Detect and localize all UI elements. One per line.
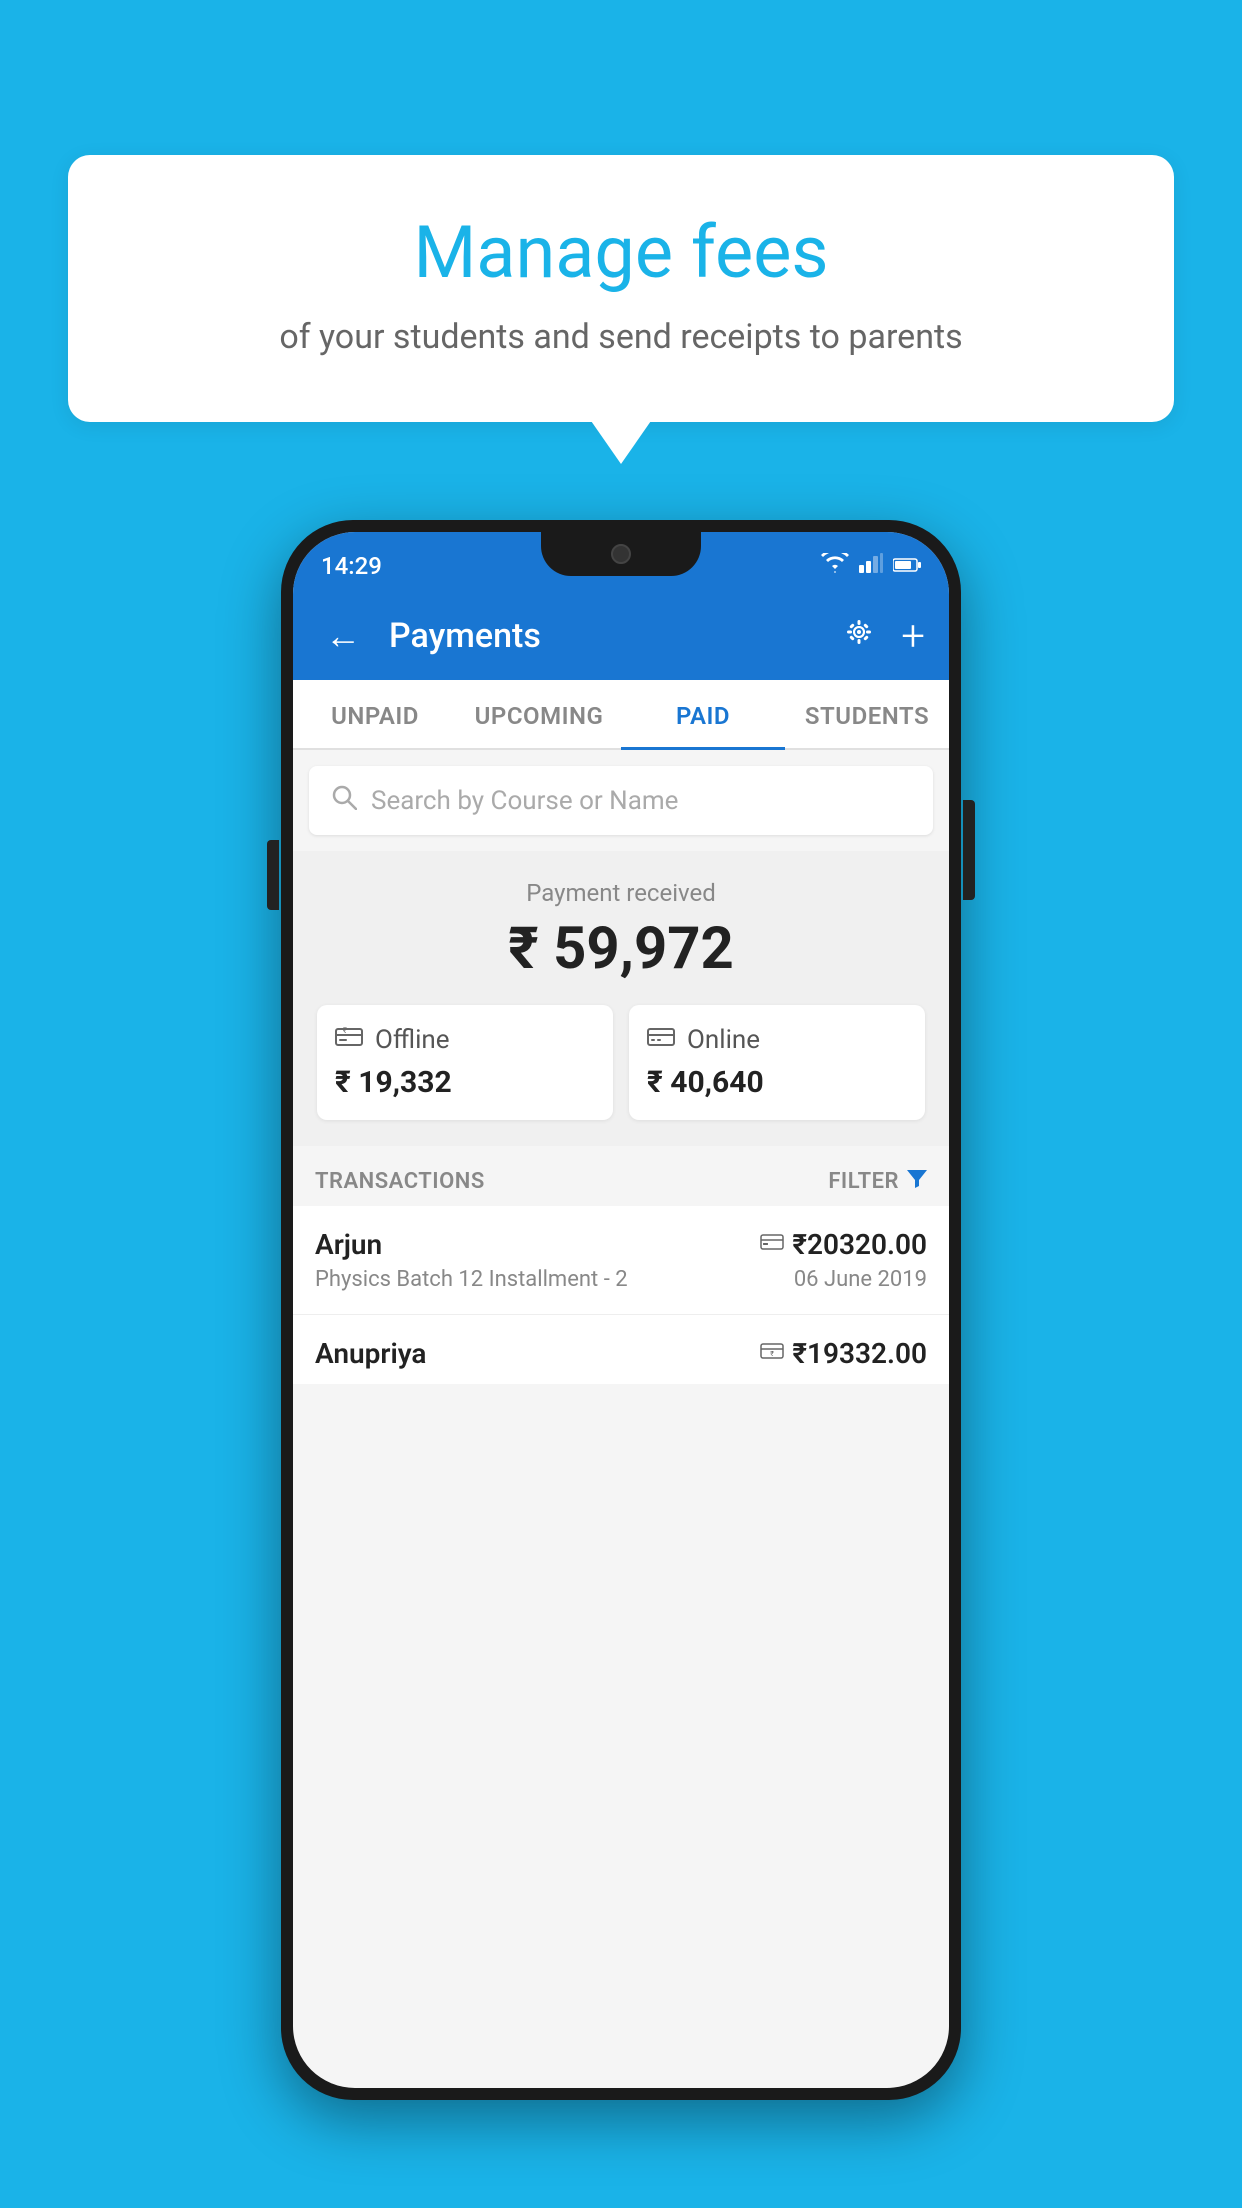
online-label: Online <box>687 1025 760 1055</box>
offline-icon: ₹ <box>335 1025 363 1055</box>
transaction-top: Arjun ₹20320.00 <box>315 1228 927 1261</box>
online-card-header: Online <box>647 1025 907 1055</box>
transaction-amount-wrap-2: ₹ ₹19332.00 <box>760 1337 927 1370</box>
tab-students[interactable]: STUDENTS <box>785 680 949 748</box>
filter-label: FILTER <box>828 1169 899 1194</box>
battery-icon <box>893 554 921 579</box>
search-icon <box>331 784 357 817</box>
speech-bubble-section: Manage fees of your students and send re… <box>68 155 1174 422</box>
transaction-amount-wrap: ₹20320.00 <box>760 1228 927 1261</box>
payment-summary: Payment received ₹ 59,972 <box>293 851 949 1146</box>
camera <box>611 544 631 564</box>
svg-text:₹: ₹ <box>343 1026 347 1035</box>
phone-screen: 14:29 <box>293 532 949 2088</box>
search-bar[interactable]: Search by Course or Name <box>309 766 933 835</box>
transaction-name-2: Anupriya <box>315 1337 426 1370</box>
app-bar: ← Payments <box>293 592 949 680</box>
payment-received-amount: ₹ 59,972 <box>317 915 925 983</box>
tab-paid[interactable]: PAID <box>621 680 785 748</box>
phone-frame: 14:29 <box>281 520 961 2100</box>
bubble-subtitle: of your students and send receipts to pa… <box>128 314 1114 362</box>
transaction-amount: ₹20320.00 <box>792 1228 927 1261</box>
phone-device: 14:29 <box>281 520 961 2100</box>
search-placeholder: Search by Course or Name <box>371 786 678 816</box>
transaction-amount-2: ₹19332.00 <box>792 1337 927 1370</box>
add-button[interactable]: + <box>901 612 925 661</box>
online-amount: ₹ 40,640 <box>647 1065 907 1100</box>
transactions-header: TRANSACTIONS FILTER <box>293 1146 949 1206</box>
tab-unpaid[interactable]: UNPAID <box>293 680 457 748</box>
online-card: Online ₹ 40,640 <box>629 1005 925 1120</box>
status-time: 14:29 <box>321 552 382 580</box>
transaction-name: Arjun <box>315 1228 382 1261</box>
transaction-detail: Physics Batch 12 Installment - 2 <box>315 1267 628 1292</box>
online-icon <box>647 1025 675 1055</box>
offline-card: ₹ Offline ₹ 19,332 <box>317 1005 613 1120</box>
signal-icon <box>859 553 883 579</box>
transaction-top-partial: Anupriya ₹ ₹19332.00 <box>315 1337 927 1370</box>
payment-received-label: Payment received <box>317 879 925 907</box>
offline-card-header: ₹ Offline <box>335 1025 595 1055</box>
filter-icon <box>907 1168 927 1194</box>
back-button[interactable]: ← <box>317 607 369 665</box>
bubble-title: Manage fees <box>128 210 1114 296</box>
transaction-date: 06 June 2019 <box>794 1267 927 1292</box>
filter-button[interactable]: FILTER <box>828 1168 927 1194</box>
offline-amount: ₹ 19,332 <box>335 1065 595 1100</box>
transactions-label: TRANSACTIONS <box>315 1169 485 1194</box>
content-area: Search by Course or Name Payment receive… <box>293 750 949 1384</box>
wifi-icon <box>821 553 849 579</box>
app-title: Payments <box>389 616 821 656</box>
transaction-type-icon-2: ₹ <box>760 1341 784 1366</box>
speech-bubble: Manage fees of your students and send re… <box>68 155 1174 422</box>
transaction-bottom: Physics Batch 12 Installment - 2 06 June… <box>315 1267 927 1292</box>
app-bar-actions: + <box>841 612 925 661</box>
transaction-type-icon <box>760 1232 784 1257</box>
settings-button[interactable] <box>841 614 877 659</box>
status-icons <box>821 553 921 579</box>
tabs-bar: UNPAID UPCOMING PAID STUDENTS <box>293 680 949 750</box>
transaction-row[interactable]: Arjun ₹20320.00 <box>293 1206 949 1315</box>
offline-label: Offline <box>375 1025 450 1055</box>
payment-cards: ₹ Offline ₹ 19,332 <box>317 1005 925 1120</box>
transaction-row-partial[interactable]: Anupriya ₹ ₹19332.00 <box>293 1315 949 1384</box>
tab-upcoming[interactable]: UPCOMING <box>457 680 621 748</box>
phone-notch <box>541 532 701 576</box>
svg-text:₹: ₹ <box>771 1350 775 1358</box>
